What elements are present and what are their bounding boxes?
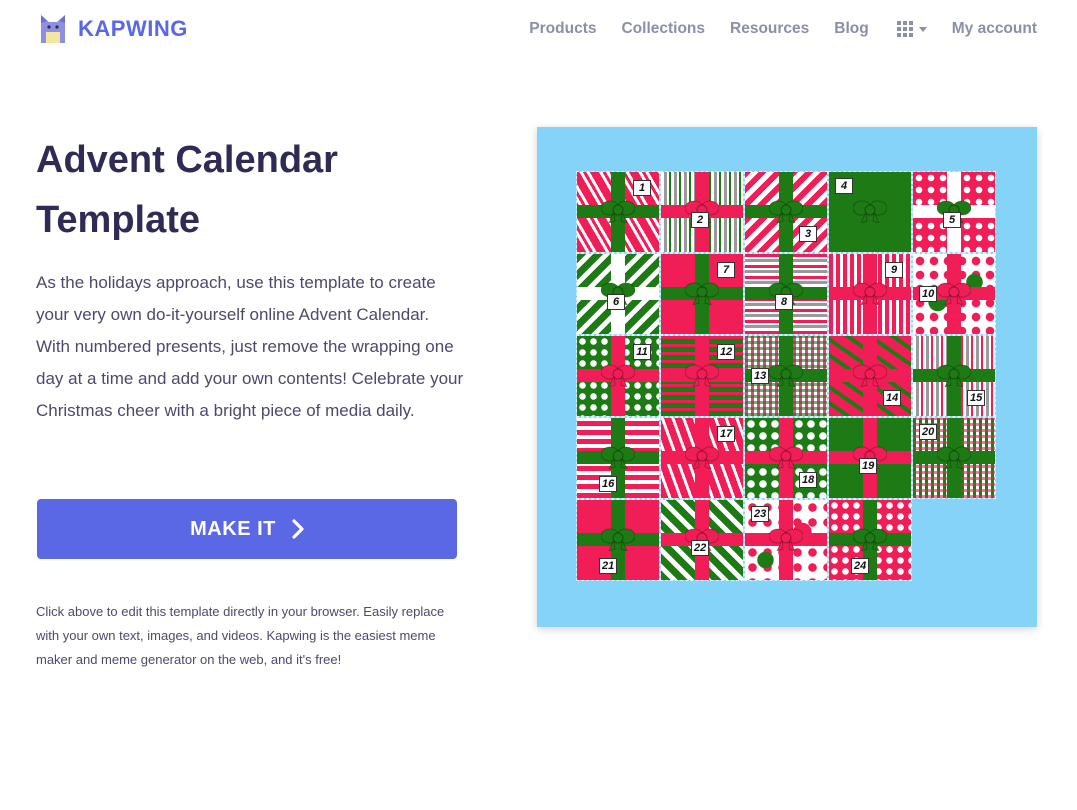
bow-icon — [685, 364, 719, 387]
gift-box[interactable]: 12 — [660, 335, 744, 417]
bow-icon — [937, 282, 971, 305]
gift-number: 18 — [799, 472, 818, 488]
gift-box[interactable]: 8 — [744, 253, 828, 335]
top-nav: KAPWING Products Collections Resources B… — [0, 0, 1077, 62]
nav-links: Products Collections Resources Blog My a… — [504, 20, 1037, 38]
gift-number: 12 — [717, 344, 736, 360]
gift-number: 11 — [633, 344, 651, 360]
page-title: Advent Calendar Template — [36, 139, 338, 241]
gift-number: 19 — [859, 458, 878, 474]
bow-icon — [601, 364, 635, 387]
nav-my-account[interactable]: My account — [952, 20, 1037, 38]
gift-box[interactable]: 17 — [660, 417, 744, 499]
bow-icon — [937, 446, 971, 469]
bow-icon — [685, 446, 719, 469]
gift-box[interactable]: 9 — [828, 253, 912, 335]
gift-box[interactable]: 7 — [660, 253, 744, 335]
bow-icon — [853, 364, 887, 387]
brand-name: KAPWING — [78, 16, 188, 41]
gift-number: 15 — [967, 390, 986, 406]
gift-box[interactable]: 18 — [744, 417, 828, 499]
kapwing-logo[interactable]: KAPWING — [38, 12, 188, 46]
nav-resources[interactable]: Resources — [730, 20, 809, 38]
nav-blog[interactable]: Blog — [834, 20, 868, 38]
gift-box[interactable]: 24 — [828, 499, 912, 581]
bow-icon — [769, 528, 803, 551]
caret-down-icon — [918, 26, 927, 32]
template-description: As the holidays approach, use this templ… — [36, 273, 464, 420]
apps-menu-button[interactable] — [896, 21, 927, 37]
gift-box[interactable]: 6 — [576, 253, 660, 335]
gift-number: 1 — [633, 180, 651, 196]
gift-number: 8 — [775, 294, 793, 310]
gift-box[interactable]: 16 — [576, 417, 660, 499]
gift-box[interactable]: 13 — [744, 335, 828, 417]
bow-icon — [853, 200, 887, 223]
gift-box[interactable]: 4 — [828, 171, 912, 253]
grid-apps-icon — [896, 21, 913, 37]
bow-icon — [601, 200, 635, 223]
gift-box[interactable]: 1 — [576, 171, 660, 253]
gift-number: 22 — [691, 540, 710, 556]
gift-box[interactable]: 5 — [912, 171, 996, 253]
gift-number: 24 — [851, 558, 870, 574]
nav-products[interactable]: Products — [529, 20, 596, 38]
gift-box[interactable]: 19 — [828, 417, 912, 499]
gift-number: 4 — [835, 178, 853, 194]
kapwing-cat-icon — [41, 15, 65, 43]
gift-number: 21 — [599, 558, 618, 574]
gift-number: 7 — [717, 262, 735, 278]
advent-calendar-grid: 1 2 3 4 5 6 7 8 9 10 11 12 13 14 15 16 17 18 19 20 21 22 23 24 — [576, 171, 997, 582]
gift-number: 20 — [919, 424, 938, 440]
gift-number: 13 — [751, 368, 770, 384]
gift-number: 9 — [885, 262, 903, 278]
bow-icon — [769, 446, 803, 469]
chevron-right-icon — [292, 519, 304, 539]
bow-icon — [601, 528, 635, 551]
gift-box[interactable]: 23 — [744, 499, 828, 581]
bow-icon — [853, 528, 887, 551]
make-it-label: MAKE IT — [190, 517, 276, 540]
gift-box[interactable]: 22 — [660, 499, 744, 581]
gift-box[interactable]: 21 — [576, 499, 660, 581]
nav-collections[interactable]: Collections — [621, 20, 705, 38]
gift-number: 16 — [599, 476, 618, 492]
gift-number: 10 — [919, 286, 938, 302]
gift-box[interactable]: 3 — [744, 171, 828, 253]
gift-box[interactable]: 2 — [660, 171, 744, 253]
bow-icon — [937, 364, 971, 387]
gift-box[interactable]: 14 — [828, 335, 912, 417]
gift-number: 6 — [607, 294, 625, 310]
template-preview[interactable]: 1 2 3 4 5 6 7 8 9 10 11 12 13 14 15 16 17 18 19 20 21 22 23 24 — [537, 127, 1037, 627]
bow-icon — [769, 364, 803, 387]
gift-box[interactable]: 20 — [912, 417, 996, 499]
bow-icon — [601, 446, 635, 469]
gift-number: 5 — [943, 212, 961, 228]
bow-icon — [853, 282, 887, 305]
make-it-button[interactable]: MAKE IT — [37, 499, 457, 559]
bow-icon — [685, 282, 719, 305]
gift-number: 17 — [717, 426, 736, 442]
editor-note: Click above to edit this template direct… — [36, 604, 445, 667]
gift-box[interactable]: 11 — [576, 335, 660, 417]
bow-icon — [769, 200, 803, 223]
gift-box[interactable]: 15 — [912, 335, 996, 417]
gift-number: 2 — [691, 212, 709, 228]
gift-number: 3 — [799, 226, 817, 242]
gift-number: 14 — [883, 390, 902, 406]
gift-box[interactable]: 10 — [912, 253, 996, 335]
gift-number: 23 — [751, 506, 770, 522]
